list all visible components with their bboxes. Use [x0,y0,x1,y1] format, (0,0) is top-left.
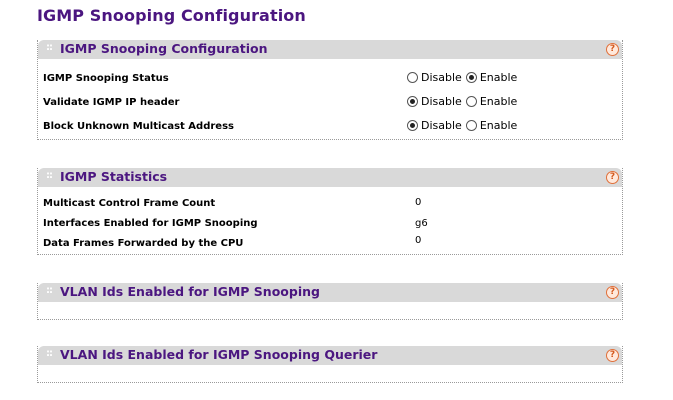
validate-header-disable-radio[interactable] [407,96,418,107]
validate-header-radio-group: Disable Enable [407,95,521,108]
vlan-panel-title: VLAN Ids Enabled for IGMP Snooping [60,284,320,299]
config-panel-header: :: IGMP Snooping Configuration ? [38,40,622,59]
snooping-status-disable-label: Disable [421,71,462,84]
stats-row-value: 0 [415,235,422,246]
block-unknown-enable-label: Enable [479,119,518,132]
snooping-status-label: IGMP Snooping Status [43,73,169,84]
stats-row-value: 0 [415,197,422,208]
block-unknown-radio-group: Disable Enable [407,119,521,132]
config-panel: :: IGMP Snooping Configuration ? IGMP Sn… [37,40,623,140]
stats-panel-header: :: IGMP Statistics ? [38,168,622,187]
config-panel-title: IGMP Snooping Configuration [60,41,268,56]
block-unknown-enable-radio[interactable] [465,120,477,131]
page-title: IGMP Snooping Configuration [37,6,306,25]
grip-icon: :: [46,285,53,296]
help-icon[interactable]: ? [606,171,619,184]
help-icon[interactable]: ? [606,349,619,362]
grip-icon: :: [46,170,53,181]
snooping-status-disable-radio[interactable] [407,72,418,83]
snooping-status-radio-group: Disable Enable [407,71,521,84]
block-unknown-label: Block Unknown Multicast Address [43,121,234,132]
validate-header-label: Validate IGMP IP header [43,97,180,108]
stats-panel: :: IGMP Statistics ? Multicast Control F… [37,168,623,255]
vlan-panel: :: VLAN Ids Enabled for IGMP Snooping ? [37,283,623,320]
querier-panel-title: VLAN Ids Enabled for IGMP Snooping Queri… [60,347,378,362]
querier-panel-header: :: VLAN Ids Enabled for IGMP Snooping Qu… [38,346,622,365]
block-unknown-disable-radio[interactable] [407,120,418,131]
stats-row-label: Multicast Control Frame Count [43,198,216,209]
stats-row-value: g6 [415,218,428,229]
validate-header-enable-label: Enable [479,95,518,108]
block-unknown-disable-label: Disable [421,119,462,132]
stats-row-label: Interfaces Enabled for IGMP Snooping [43,218,258,229]
validate-header-enable-radio[interactable] [465,96,477,107]
grip-icon: :: [46,348,53,359]
snooping-status-enable-label: Enable [479,71,518,84]
grip-icon: :: [46,42,53,53]
snooping-status-enable-radio[interactable] [465,72,477,83]
stats-row-label: Data Frames Forwarded by the CPU [43,238,244,249]
stats-panel-title: IGMP Statistics [60,169,168,184]
vlan-panel-header: :: VLAN Ids Enabled for IGMP Snooping ? [38,283,622,302]
validate-header-disable-label: Disable [421,95,462,108]
querier-panel: :: VLAN Ids Enabled for IGMP Snooping Qu… [37,346,623,383]
help-icon[interactable]: ? [606,43,619,56]
help-icon[interactable]: ? [606,286,619,299]
